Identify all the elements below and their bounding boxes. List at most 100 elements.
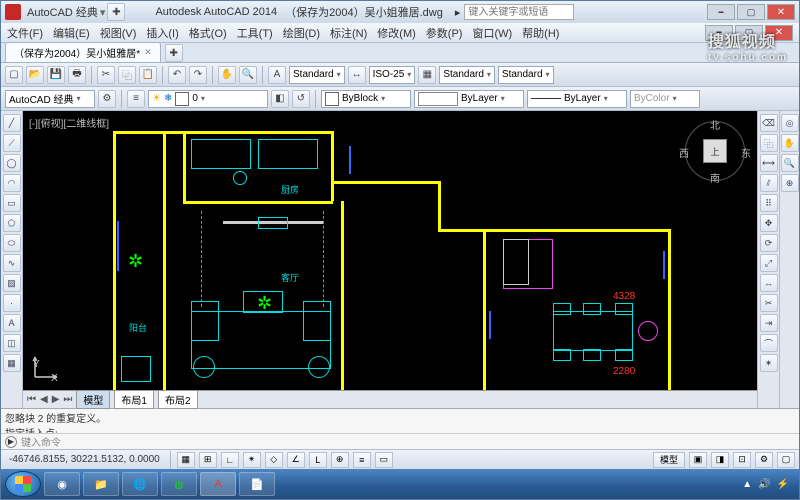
tab-layout2[interactable]: 布局2 xyxy=(158,390,198,409)
mirror-tool[interactable]: ⟷ xyxy=(760,154,778,172)
array-tool[interactable]: ⠿ xyxy=(760,194,778,212)
coordinates-readout[interactable]: -46746.8155, 30221.5132, 0.0000 xyxy=(5,454,164,465)
zoom-icon[interactable]: 🔍 xyxy=(239,66,257,84)
tablestyle-select[interactable]: Standard xyxy=(439,66,495,84)
menu-tools[interactable]: 工具(T) xyxy=(237,25,273,41)
view-cube[interactable]: 上 北 南 东 西 xyxy=(683,119,747,183)
color-select[interactable]: ByBlock xyxy=(321,90,411,108)
hatch-tool[interactable]: ▨ xyxy=(3,274,21,292)
ducs-toggle[interactable]: L xyxy=(309,452,327,468)
minimize-button[interactable] xyxy=(707,4,735,20)
mleader-select[interactable]: Standard xyxy=(498,66,554,84)
dimstyle-select[interactable]: ISO-25 xyxy=(369,66,416,84)
maximize-button[interactable] xyxy=(737,4,765,20)
paste-icon[interactable]: 📋 xyxy=(139,66,157,84)
status-tool[interactable]: ⚙ xyxy=(755,452,773,468)
layer-select[interactable]: ☀❄0 xyxy=(148,90,268,108)
workspace-select[interactable]: AutoCAD 经典 xyxy=(5,90,95,108)
textstyle-select[interactable]: Standard xyxy=(289,66,345,84)
circle-tool[interactable]: ◯ xyxy=(3,154,21,172)
cmd-gear-icon[interactable]: ▶ xyxy=(5,436,17,448)
command-window[interactable]: 忽略块 2 的重复定义。 指定插入点: ▶ 键入命令 xyxy=(1,408,799,449)
taskbar-app[interactable]: ◍ xyxy=(161,472,197,496)
tbl-icon[interactable]: ▦ xyxy=(418,66,436,84)
text-tool[interactable]: A xyxy=(3,314,21,332)
navcube-north[interactable]: 北 xyxy=(710,117,720,132)
layer-iso-icon[interactable]: ◧ xyxy=(271,90,289,108)
fillet-tool[interactable]: ⌒ xyxy=(760,334,778,352)
extend-tool[interactable]: ⇥ xyxy=(760,314,778,332)
print-icon[interactable]: 🖶 xyxy=(68,66,86,84)
otrack-toggle[interactable]: ∠ xyxy=(287,452,305,468)
start-button[interactable] xyxy=(5,471,41,497)
scale-tool[interactable]: ⤢ xyxy=(760,254,778,272)
qp-toggle[interactable]: ▭ xyxy=(375,452,393,468)
cleanscreen-toggle[interactable]: ▢ xyxy=(777,452,795,468)
tab-prev-icon[interactable]: ◀ xyxy=(40,394,48,405)
rotate-tool[interactable]: ⟳ xyxy=(760,234,778,252)
arc-tool[interactable]: ◠ xyxy=(3,174,21,192)
menu-format[interactable]: 格式(O) xyxy=(189,25,227,41)
menu-insert[interactable]: 插入(I) xyxy=(146,25,178,41)
drawing-canvas[interactable]: 厨房 客厅 ✲ 阳台 ✲ xyxy=(23,111,757,390)
new-icon[interactable]: ▢ xyxy=(5,66,23,84)
menu-file[interactable]: 文件(F) xyxy=(7,25,43,41)
pan-nav-icon[interactable]: ✋ xyxy=(781,134,799,152)
stretch-tool[interactable]: ↔ xyxy=(760,274,778,292)
close-button[interactable] xyxy=(767,4,795,20)
tray-net-icon[interactable]: 🔊 xyxy=(758,479,770,490)
help-search-input[interactable] xyxy=(464,4,574,20)
viewcube-top[interactable]: 上 xyxy=(703,139,727,163)
zoom-nav-icon[interactable]: 🔍 xyxy=(781,154,799,172)
lineweight-select[interactable]: ByLayer xyxy=(527,90,627,108)
dim-icon[interactable]: ↔ xyxy=(348,66,366,84)
plotstyle-select[interactable]: ByColor xyxy=(630,90,700,108)
orbit-icon[interactable]: ⊕ xyxy=(781,174,799,192)
polygon-tool[interactable]: ⬠ xyxy=(3,214,21,232)
status-tool[interactable]: ▣ xyxy=(689,452,707,468)
save-icon[interactable]: 💾 xyxy=(47,66,65,84)
menu-modify[interactable]: 修改(M) xyxy=(377,25,416,41)
menu-edit[interactable]: 编辑(E) xyxy=(53,25,90,41)
copy-icon[interactable]: ⿻ xyxy=(118,66,136,84)
taskbar-acad[interactable]: A xyxy=(200,472,236,496)
snap-toggle[interactable]: ▦ xyxy=(177,452,195,468)
model-paper-toggle[interactable]: 模型 xyxy=(653,452,685,468)
navcube-south[interactable]: 南 xyxy=(710,170,720,185)
system-tray[interactable]: ▲ 🔊 ⚡ xyxy=(742,479,795,490)
menu-help[interactable]: 帮助(H) xyxy=(522,25,559,41)
navcube-east[interactable]: 东 xyxy=(741,145,751,160)
tab-next-icon[interactable]: ▶ xyxy=(52,394,60,405)
steering-wheel-icon[interactable]: ◎ xyxy=(781,114,799,132)
line-tool[interactable]: ╱ xyxy=(3,114,21,132)
ellipse-tool[interactable]: ⬭ xyxy=(3,234,21,252)
offset-tool[interactable]: ⫽ xyxy=(760,174,778,192)
tab-model[interactable]: 模型 xyxy=(76,390,110,409)
erase-tool[interactable]: ⌫ xyxy=(760,114,778,132)
explode-tool[interactable]: ✶ xyxy=(760,354,778,372)
qat-btn[interactable]: ✚ xyxy=(107,3,125,21)
menu-window[interactable]: 窗口(W) xyxy=(472,25,512,41)
tab-first-icon[interactable]: ⏮ xyxy=(27,394,36,405)
pline-tool[interactable]: ⟋ xyxy=(3,134,21,152)
table-tool[interactable]: ▦ xyxy=(3,354,21,372)
spline-tool[interactable]: ∿ xyxy=(3,254,21,272)
undo-icon[interactable]: ↶ xyxy=(168,66,186,84)
redo-icon[interactable]: ↷ xyxy=(189,66,207,84)
block-tool[interactable]: ◫ xyxy=(3,334,21,352)
cut-icon[interactable]: ✂ xyxy=(97,66,115,84)
tray-flag-icon[interactable]: ▲ xyxy=(742,479,752,490)
doc-tab-active[interactable]: （保存为2004）吴小姐雅居* ✕ xyxy=(5,42,161,62)
layer-prev-icon[interactable]: ↺ xyxy=(292,90,310,108)
taskbar-app[interactable]: 📁 xyxy=(83,472,119,496)
taskbar-app[interactable]: ◉ xyxy=(44,472,80,496)
viewport-label[interactable]: [-][俯视][二维线框] xyxy=(29,115,109,130)
grid-toggle[interactable]: ⊞ xyxy=(199,452,217,468)
rect-tool[interactable]: ▭ xyxy=(3,194,21,212)
new-tab-button[interactable]: ✚ xyxy=(165,44,183,62)
navcube-west[interactable]: 西 xyxy=(679,145,689,160)
dyn-toggle[interactable]: ⊕ xyxy=(331,452,349,468)
taskbar-app[interactable]: 📄 xyxy=(239,472,275,496)
tool-a-icon[interactable]: A xyxy=(268,66,286,84)
tray-battery-icon[interactable]: ⚡ xyxy=(777,479,789,490)
